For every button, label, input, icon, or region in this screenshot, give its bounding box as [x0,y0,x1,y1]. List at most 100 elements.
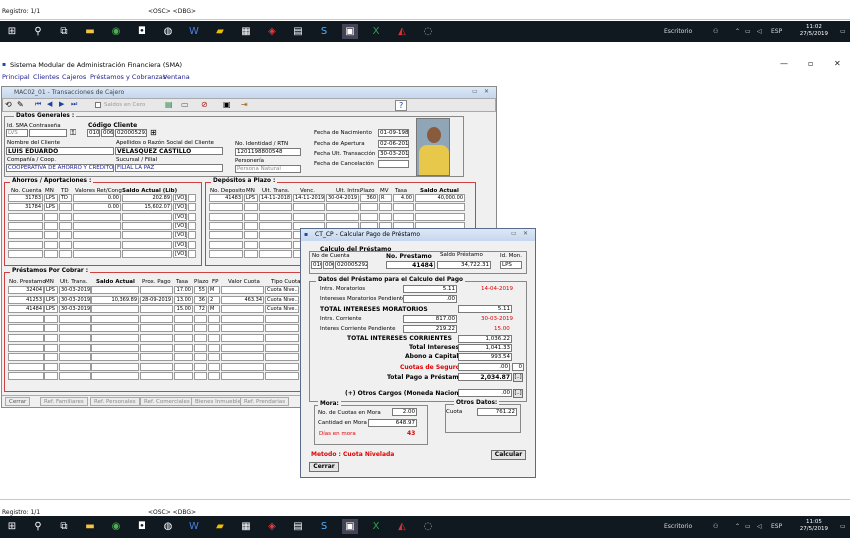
prestamos-cell-plazo[interactable] [194,334,207,342]
depositos-cell-mv[interactable]: R [379,194,392,202]
prestamos-cell-plazo[interactable]: 36 [194,295,207,304]
language-indicator[interactable]: ESP [771,523,782,530]
identidad-field[interactable]: 1201198800548 [235,148,301,156]
ahorros-row-scroll[interactable] [188,212,196,221]
sma-app-icon[interactable]: ▣ [342,519,358,534]
prestamos-cell-mn[interactable] [44,324,58,333]
depositos-cell-saldo[interactable]: 40,000.00 [415,194,465,202]
depositos-cell-mn[interactable]: LPS [244,194,258,202]
otros-cargos-expand-button[interactable]: [..] [513,389,523,398]
prestamos-cell-fp[interactable] [208,314,220,323]
depositos-cell-venc[interactable] [293,212,325,221]
total-corrientes-field[interactable]: 1,036.22 [458,335,512,343]
prestamos-cell-tipo[interactable] [265,343,299,352]
menu-clientes[interactable]: Clientes [33,73,59,81]
codigo-field-a[interactable]: 010 [87,129,100,137]
cuenta-field-a[interactable]: 010 [311,261,322,269]
skype-icon[interactable]: S [316,24,332,39]
ahorros-cell-v[interactable]: [VO] [173,221,187,230]
prestamos-cell-cuota[interactable] [221,334,264,342]
prestamos-cell-prox[interactable] [140,334,173,342]
ahorros-cell-ret[interactable] [73,249,121,258]
camera-icon[interactable]: ◘ [134,24,150,39]
ahorros-cell-cuenta[interactable] [8,240,43,249]
windows-start-icon[interactable]: ⊞ [4,519,20,534]
ahorros-cell-saldo[interactable] [122,231,172,240]
ahorros-cell-td[interactable] [59,240,72,249]
ahorros-cell-td[interactable] [59,221,72,230]
prestamos-cell-no[interactable] [8,324,44,333]
cuotas-seguro-count[interactable]: 0 [512,363,524,371]
prestamos-cell-saldo[interactable] [91,362,139,371]
depositos-cell-ult[interactable]: 14-11-2018 [259,194,292,202]
depositos-cell-plazo[interactable]: 360 [360,194,378,202]
prestamos-cell-no[interactable]: 41484 [8,305,44,314]
prestamos-cell-ult[interactable] [59,324,91,333]
app-icon[interactable]: ◍ [160,24,176,39]
prestamos-cell-mn[interactable] [44,353,58,362]
prestamos-cell-prox[interactable] [140,353,173,362]
nombre-field[interactable]: LUIS EDUARDO [6,147,114,155]
ahorros-cell-ret[interactable]: 0.00 [73,194,121,202]
prestamos-cell-tasa[interactable] [174,372,193,381]
ahorros-cell-mn[interactable] [44,231,58,240]
prestamos-cell-cuota[interactable] [221,362,264,371]
last-record-icon[interactable]: ⏭ [71,100,77,109]
intrs-corr-pend-field[interactable]: 219.22 [403,325,457,333]
cerrar-button[interactable]: Cerrar [309,462,339,472]
prestamos-cell-tasa[interactable] [174,353,193,362]
total-intereses-field[interactable]: 1,041.33 [458,344,512,352]
prestamos-cell-mn[interactable] [44,314,58,323]
image-viewer-icon[interactable]: ◈ [264,519,280,534]
dialog-close-icon[interactable]: ✕ [523,230,528,237]
window-restore-icon[interactable]: ▭ [472,88,478,95]
ahorros-row-scroll[interactable] [188,194,196,202]
prestamos-cell-no[interactable] [8,362,44,371]
prestamos-cell-tasa[interactable]: 15.00 [174,305,193,314]
depositos-cell-plazo[interactable] [360,203,378,212]
depositos-cell-mn[interactable] [244,221,258,230]
prestamos-cell-ult[interactable] [59,372,91,381]
ahorros-cell-td[interactable] [59,212,72,221]
ahorros-cell-mn[interactable] [44,240,58,249]
personeria-field[interactable]: Persona Natural [235,165,301,173]
help-icon[interactable]: ? [395,100,408,111]
desktop-label[interactable]: Escritorio [664,28,692,35]
tray-chevron-icon[interactable]: ⌃ [735,28,740,35]
word-icon[interactable]: W [186,519,202,534]
prestamos-cell-tipo[interactable] [265,324,299,333]
prestamos-cell-ult[interactable] [59,334,91,342]
id-mon-field[interactable]: LPS [500,261,522,269]
app-icon[interactable]: ◍ [160,519,176,534]
ahorros-cell-saldo[interactable]: 202.89 [122,194,172,202]
sma-app-icon[interactable]: ▣ [342,24,358,39]
prestamos-cell-ult[interactable]: 30-03-2019 [59,305,91,314]
ahorros-cell-v[interactable]: [VO] [173,240,187,249]
depositos-cell-no[interactable] [209,231,243,240]
app-grid-icon[interactable]: ▦ [238,24,254,39]
depositos-cell-ult[interactable] [259,249,292,258]
depositos-cell-ult[interactable] [259,240,292,249]
prestamos-cell-tipo[interactable]: Cuota Nive... [265,305,299,314]
depositos-cell-venc[interactable] [293,203,325,212]
folder-icon[interactable]: ▰ [212,519,228,534]
depositos-cell-plazo[interactable] [360,212,378,221]
contrasena-field[interactable] [29,129,67,137]
language-indicator[interactable]: ESP [771,28,782,35]
ahorros-cell-td[interactable] [59,231,72,240]
image-viewer-icon[interactable]: ◈ [264,24,280,39]
codigo-field-b[interactable]: 006 [101,129,114,137]
ahorros-cell-saldo[interactable] [122,221,172,230]
intrs-moratorios-field[interactable]: 5.11 [403,285,457,293]
ahorros-cell-ret[interactable] [73,240,121,249]
total-moratorios-field[interactable]: 5.11 [458,305,512,313]
prestamos-cell-mn[interactable]: LPS [44,305,58,314]
ahorros-row-scroll[interactable] [188,231,196,240]
prestamos-cell-fp[interactable] [208,343,220,352]
prestamos-cell-no[interactable] [8,334,44,342]
prestamos-cell-ult[interactable] [59,314,91,323]
skype-icon[interactable]: S [316,519,332,534]
ahorros-cell-v[interactable]: [VO] [173,194,187,202]
ahorros-cell-ret[interactable]: 0.00 [73,203,121,212]
ahorros-cell-saldo[interactable] [122,240,172,249]
